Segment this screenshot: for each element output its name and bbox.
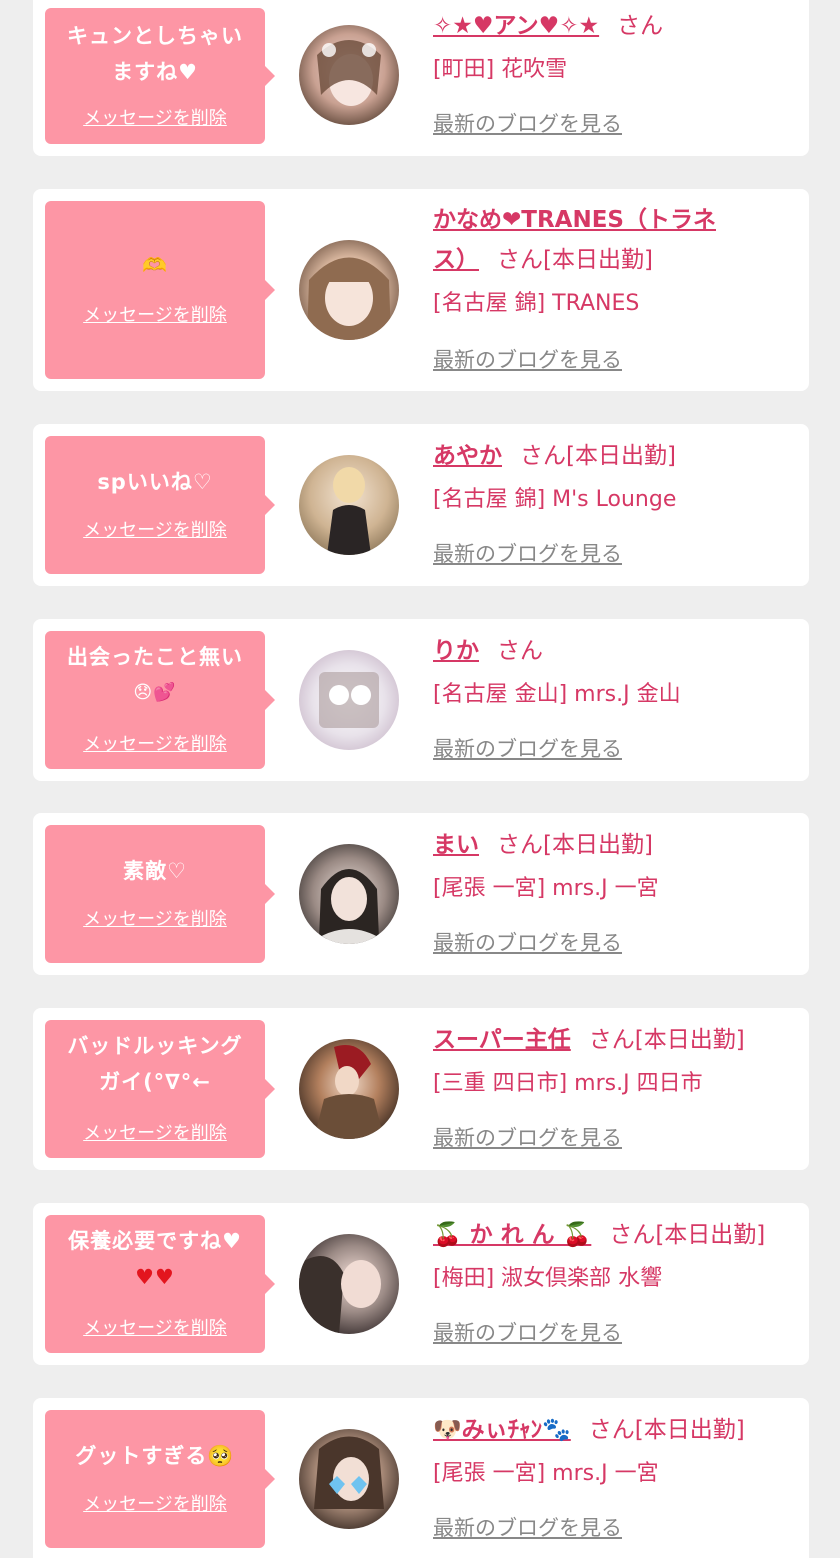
- cast-name-link[interactable]: かなめ❤TRANES（トラネ: [433, 207, 716, 233]
- name-line: まい さん[本日出勤]: [433, 825, 803, 865]
- message-card: 出会ったこと無い 😞💕 メッセージを削除 りか さん [名古屋 金山] mrs.J…: [33, 619, 809, 781]
- latest-blog-link[interactable]: 最新のブログを見る: [433, 1124, 622, 1152]
- cast-info: かなめ❤TRANES（トラネ ス） さん[本日出勤] [名古屋 錦] TRANES…: [433, 200, 803, 372]
- message-bubble: 出会ったこと無い 😞💕 メッセージを削除: [45, 631, 275, 769]
- name-line-continued: ス） さん[本日出勤]: [433, 240, 803, 280]
- name-suffix: さん[本日出勤]: [588, 1027, 745, 1053]
- avatar[interactable]: [299, 1234, 399, 1334]
- shop-label: [名古屋 錦] TRANES: [433, 291, 640, 316]
- delete-message-link[interactable]: メッセージを削除: [45, 108, 265, 130]
- name-line: 🐶みぃﾁｬﾝ🐾 さん[本日出勤]: [433, 1410, 803, 1450]
- avatar[interactable]: [299, 1039, 399, 1139]
- latest-blog-link[interactable]: 最新のブログを見る: [433, 735, 622, 763]
- latest-blog-link[interactable]: 最新のブログを見る: [433, 1514, 622, 1542]
- latest-blog-link[interactable]: 最新のブログを見る: [433, 1319, 622, 1347]
- name-line: りか さん: [433, 631, 803, 671]
- message-card: 保養必要ですね♥ ♥♥ メッセージを削除 🍒 か れ ん 🍒 さん[本日出勤] […: [33, 1203, 809, 1365]
- cast-info: りか さん [名古屋 金山] mrs.J 金山 最新のブログを見る: [433, 631, 803, 761]
- avatar[interactable]: [299, 844, 399, 944]
- name-suffix: さん[本日出勤]: [588, 1417, 745, 1443]
- delete-message-link[interactable]: メッセージを削除: [45, 734, 265, 756]
- message-bubble: 🫶 メッセージを削除: [45, 201, 275, 379]
- latest-blog-link[interactable]: 最新のブログを見る: [433, 540, 622, 568]
- message-card: キュンとしちゃい ますね♥ メッセージを削除 ✧★♥アン♥✧★ さん [町田] 花…: [33, 0, 809, 156]
- latest-blog-link[interactable]: 最新のブログを見る: [433, 110, 622, 138]
- message-text: 保養必要ですね♥ ♥♥: [68, 1229, 242, 1289]
- name-line: 🍒 か れ ん 🍒 さん[本日出勤]: [433, 1215, 803, 1255]
- name-suffix: さん[本日出勤]: [609, 1222, 766, 1248]
- message-text: キュンとしちゃい ますね♥: [67, 24, 243, 84]
- avatar[interactable]: [299, 240, 399, 340]
- cast-name-link[interactable]: りか: [433, 638, 479, 664]
- cast-info: まい さん[本日出勤] [尾張 一宮] mrs.J 一宮 最新のブログを見る: [433, 825, 803, 955]
- delete-message-link[interactable]: メッセージを削除: [45, 1494, 265, 1516]
- name-line: ✧★♥アン♥✧★ さん: [433, 6, 803, 46]
- message-text: 素敵♡: [123, 859, 187, 883]
- cast-info: スーパー主任 さん[本日出勤] [三重 四日市] mrs.J 四日市 最新のブログ…: [433, 1020, 803, 1150]
- name-suffix: さん: [497, 638, 543, 664]
- name-suffix: さん[本日出勤]: [520, 443, 676, 469]
- latest-blog-link[interactable]: 最新のブログを見る: [433, 929, 622, 957]
- shop-label: [名古屋 錦] M's Lounge: [433, 487, 677, 512]
- shop-label: [梅田] 淑女倶楽部 水響: [433, 1266, 663, 1291]
- name-suffix: さん[本日出勤]: [497, 832, 653, 858]
- name-line: あやか さん[本日出勤]: [433, 436, 803, 476]
- name-line: スーパー主任 さん[本日出勤]: [433, 1020, 803, 1060]
- message-bubble: グットすぎる🥺 メッセージを削除: [45, 1410, 275, 1548]
- delete-message-link[interactable]: メッセージを削除: [45, 520, 265, 542]
- delete-message-link[interactable]: メッセージを削除: [45, 1123, 265, 1145]
- shop-label: [三重 四日市] mrs.J 四日市: [433, 1071, 703, 1096]
- shop-label: [尾張 一宮] mrs.J 一宮: [433, 1461, 659, 1486]
- message-bubble: バッドルッキング ガイ(°∇°← メッセージを削除: [45, 1020, 275, 1158]
- message-bubble: spいいね♡ メッセージを削除: [45, 436, 275, 574]
- shop-label: [町田] 花吹雪: [433, 57, 568, 82]
- avatar[interactable]: [299, 455, 399, 555]
- message-bubble: 保養必要ですね♥ ♥♥ メッセージを削除: [45, 1215, 275, 1353]
- message-text: バッドルッキング ガイ(°∇°←: [67, 1034, 243, 1094]
- message-text: spいいね♡: [97, 470, 213, 494]
- delete-message-link[interactable]: メッセージを削除: [45, 909, 265, 931]
- message-bubble: 素敵♡ メッセージを削除: [45, 825, 275, 963]
- cast-info: ✧★♥アン♥✧★ さん [町田] 花吹雪 最新のブログを見る: [433, 6, 803, 136]
- message-card: グットすぎる🥺 メッセージを削除 🐶みぃﾁｬﾝ🐾 さん[本日出勤] [尾張 一宮]…: [33, 1398, 809, 1558]
- cast-name-link[interactable]: 🍒 か れ ん 🍒: [433, 1222, 591, 1248]
- delete-message-link[interactable]: メッセージを削除: [45, 305, 265, 327]
- cast-name-link[interactable]: ✧★♥アン♥✧★: [433, 13, 599, 39]
- message-card: 🫶 メッセージを削除 かなめ❤TRANES（トラネ ス） さん[本日出勤] [名古…: [33, 189, 809, 391]
- delete-message-link[interactable]: メッセージを削除: [45, 1318, 265, 1340]
- message-card: 素敵♡ メッセージを削除 まい さん[本日出勤] [尾張 一宮] mrs.J 一宮…: [33, 813, 809, 975]
- cast-name-link[interactable]: 🐶みぃﾁｬﾝ🐾: [433, 1417, 571, 1443]
- name-suffix: さん[本日出勤]: [497, 247, 653, 273]
- latest-blog-link[interactable]: 最新のブログを見る: [433, 346, 622, 374]
- cast-info: 🐶みぃﾁｬﾝ🐾 さん[本日出勤] [尾張 一宮] mrs.J 一宮 最新のブログを…: [433, 1410, 803, 1540]
- message-card: バッドルッキング ガイ(°∇°← メッセージを削除 スーパー主任 さん[本日出勤]…: [33, 1008, 809, 1170]
- cast-name-link[interactable]: まい: [433, 832, 479, 858]
- avatar[interactable]: [299, 25, 399, 125]
- cast-info: あやか さん[本日出勤] [名古屋 錦] M's Lounge 最新のブログを見る: [433, 436, 803, 566]
- message-text: 出会ったこと無い 😞💕: [67, 645, 243, 703]
- avatar[interactable]: [299, 650, 399, 750]
- cast-name-link-continued[interactable]: ス）: [433, 247, 479, 273]
- message-bubble: キュンとしちゃい ますね♥ メッセージを削除: [45, 8, 275, 144]
- message-text: グットすぎる🥺: [75, 1444, 235, 1468]
- cast-name-link[interactable]: あやか: [433, 443, 502, 469]
- avatar[interactable]: [299, 1429, 399, 1529]
- message-card: spいいね♡ メッセージを削除 あやか さん[本日出勤] [名古屋 錦] M's …: [33, 424, 809, 586]
- name-line: かなめ❤TRANES（トラネ: [433, 200, 803, 240]
- name-suffix: さん: [617, 13, 664, 39]
- cast-info: 🍒 か れ ん 🍒 さん[本日出勤] [梅田] 淑女倶楽部 水響 最新のブログを見…: [433, 1215, 803, 1345]
- shop-label: [名古屋 金山] mrs.J 金山: [433, 682, 681, 707]
- cast-name-link[interactable]: スーパー主任: [433, 1027, 571, 1053]
- shop-label: [尾張 一宮] mrs.J 一宮: [433, 876, 659, 901]
- message-text: 🫶: [142, 253, 168, 277]
